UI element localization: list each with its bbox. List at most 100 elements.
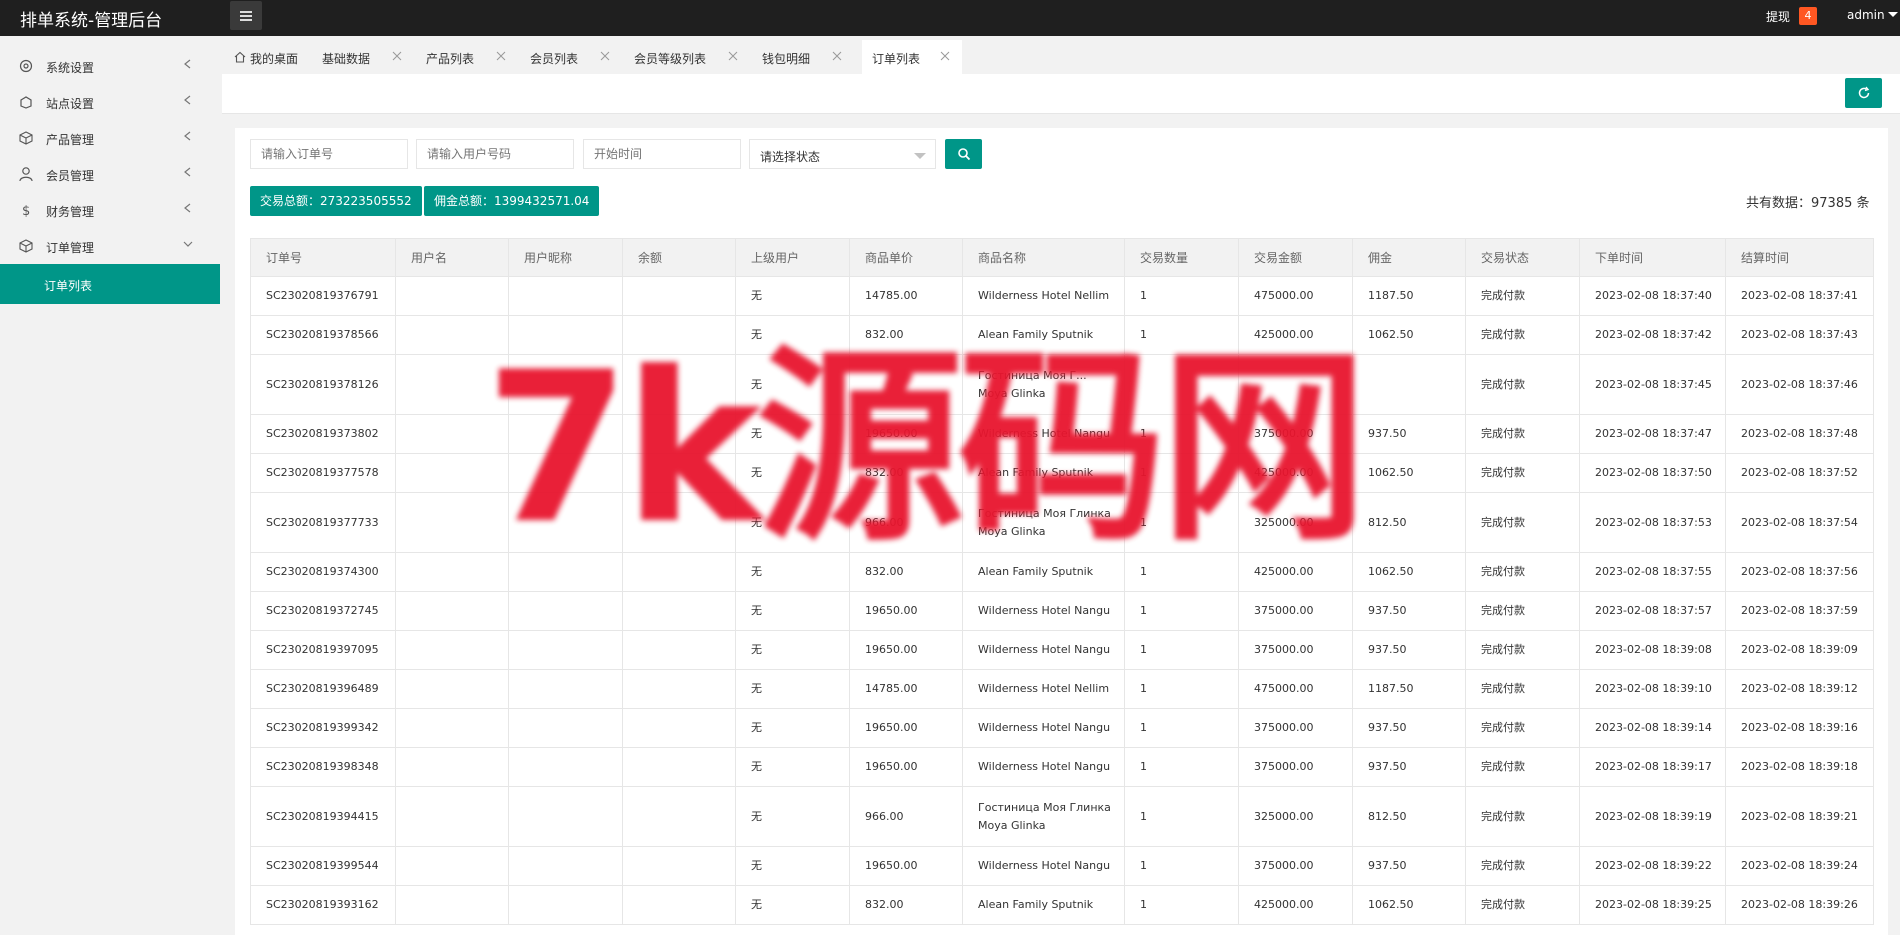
tab-label: 我的桌面 [250,52,299,66]
balance-cell [622,747,736,787]
tab-basic-data[interactable]: 基础数据 [312,40,416,74]
record-count-label: 共有数据：97385 条 [1746,196,1870,211]
dollar-icon: $ [22,204,30,218]
parent-user-cell: 无 [735,276,850,316]
commission-cell: 1187.50 [1352,669,1466,709]
admin-user-menu[interactable]: admin [1847,8,1885,22]
order-time-cell: 2023-02-08 18:39:17 [1579,747,1726,787]
parent-user-cell: 无 [735,786,850,847]
amount-cell: 375000.00 [1238,708,1353,748]
commission-cell [1352,354,1466,415]
close-icon[interactable] [496,51,506,61]
parent-user-cell: 无 [735,669,850,709]
order-time-cell: 2023-02-08 18:37:47 [1579,414,1726,454]
balance-cell [622,630,736,670]
box-icon [19,131,33,145]
close-icon[interactable] [600,51,610,61]
menu-toggle-button[interactable] [230,1,262,30]
status-cell: 完成付款 [1465,552,1580,592]
chevron-left-icon [184,59,191,69]
tab-product-list[interactable]: 产品列表 [416,40,520,74]
refresh-button[interactable] [1845,78,1882,108]
status-cell: 完成付款 [1465,354,1580,415]
tab-order-list[interactable]: 订单列表 [862,40,962,74]
product-name-line: Гостиница Моя Глинка [978,800,1111,814]
close-icon[interactable] [392,51,402,61]
order-id-cell: SC23020819394415 [250,786,396,847]
column-header: 商品名称 [962,238,1125,277]
order-time-cell: 2023-02-08 18:37:40 [1579,276,1726,316]
settle-time-cell: 2023-02-08 18:39:12 [1725,669,1874,709]
order-number-input[interactable] [250,139,408,169]
tab-member-list[interactable]: 会员列表 [520,40,624,74]
unit-price-cell: 19650.00 [849,708,963,748]
start-time-input[interactable] [583,139,741,169]
tab-label: 产品列表 [426,52,475,66]
sidebar-item-member-management[interactable]: 会员管理 [0,156,220,192]
status-cell: 完成付款 [1465,492,1580,553]
close-icon[interactable] [728,51,738,61]
nickname-cell [508,669,623,709]
commission-cell: 1062.50 [1352,453,1466,493]
amount-cell: 475000.00 [1238,669,1353,709]
sidebar-item-system-settings[interactable]: 系统设置 [0,48,220,84]
order-id-cell: SC23020819377733 [250,492,396,553]
chevron-left-icon [184,203,191,213]
search-icon [958,148,971,161]
order-time-cell: 2023-02-08 18:39:10 [1579,669,1726,709]
quantity-cell: 1 [1124,591,1239,631]
withdraw-link[interactable]: 提现 [1766,8,1790,25]
settle-time-cell: 2023-02-08 18:37:46 [1725,354,1874,415]
nickname-cell [508,786,623,847]
sidebar-item-finance-management[interactable]: $ 财务管理 [0,192,220,228]
chevron-down-icon [914,153,926,159]
tab-my-desktop[interactable]: 我的桌面 [222,40,312,74]
tab-label: 会员列表 [530,52,579,66]
order-id-cell: SC23020819399342 [250,708,396,748]
top-header: 排单系统-管理后台 提现 4 admin [0,0,1900,36]
order-time-cell: 2023-02-08 18:37:55 [1579,552,1726,592]
tab-member-level-list[interactable]: 会员等级列表 [624,40,752,74]
status-cell: 完成付款 [1465,846,1580,886]
parent-user-cell: 无 [735,747,850,787]
parent-user-cell: 无 [735,885,850,925]
settle-time-cell: 2023-02-08 18:37:48 [1725,414,1874,454]
unit-price-cell: 966.00 [849,786,963,847]
sidebar-item-order-management[interactable]: 订单管理 [0,228,220,264]
product-name-cell: Wilderness Hotel Nangu [962,747,1125,787]
tab-label: 会员等级列表 [634,52,707,66]
app-title: 排单系统-管理后台 [20,11,163,31]
column-header: 用户昵称 [508,238,623,277]
username-cell [395,846,509,886]
close-icon[interactable] [832,51,842,61]
nickname-cell [508,708,623,748]
quantity-cell: 1 [1124,630,1239,670]
sidebar-item-product-management[interactable]: 产品管理 [0,120,220,156]
home-icon [234,51,246,63]
settle-time-cell: 2023-02-08 18:37:56 [1725,552,1874,592]
box-icon [19,239,33,253]
sidebar-item-site-settings[interactable]: 站点设置 [0,84,220,120]
tab-bar: 我的桌面 基础数据 产品列表 会员列表 会员等级列表 钱包明细 订单列表 [222,36,1900,74]
sidebar-subitem-order-list[interactable]: 订单列表 [0,264,220,304]
commission-cell: 937.50 [1352,747,1466,787]
status-cell: 完成付款 [1465,885,1580,925]
status-cell: 完成付款 [1465,414,1580,454]
parent-user-cell: 无 [735,591,850,631]
close-icon[interactable] [940,51,950,61]
username-cell [395,747,509,787]
tab-wallet-details[interactable]: 钱包明细 [752,40,856,74]
column-header: 用户名 [395,238,509,277]
order-time-cell: 2023-02-08 18:37:45 [1579,354,1726,415]
user-phone-input[interactable] [416,139,574,169]
status-select[interactable]: 请选择状态 [749,139,936,169]
username-cell [395,669,509,709]
order-id-cell: SC23020819397095 [250,630,396,670]
status-cell: 完成付款 [1465,747,1580,787]
sidebar-item-label: 财务管理 [46,205,95,219]
balance-cell [622,846,736,886]
chevron-down-icon [1888,12,1898,17]
search-button[interactable] [945,139,982,169]
order-id-cell: SC23020819378126 [250,354,396,415]
sidebar-item-label: 产品管理 [46,133,95,147]
